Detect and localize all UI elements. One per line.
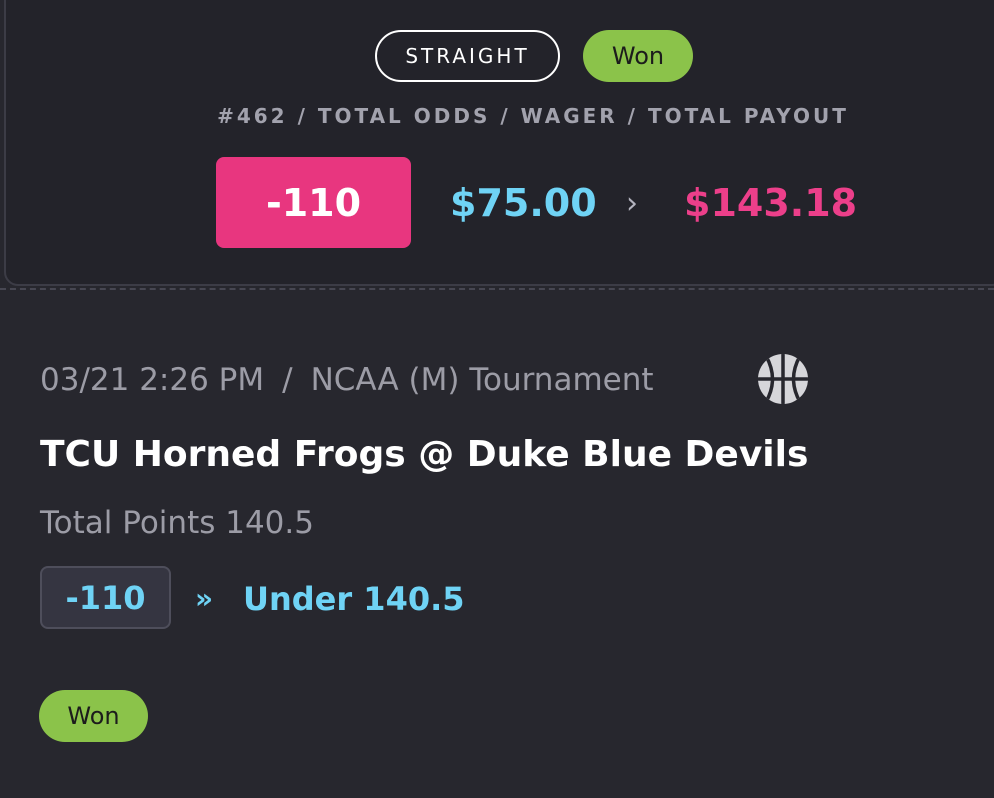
leg-meta: 03/21 2:26 PM / NCAA (M) Tournament xyxy=(40,360,654,400)
basketball-icon xyxy=(758,354,808,404)
leg-datetime: 03/21 2:26 PM xyxy=(40,362,265,398)
market-label: Total Points 140.5 xyxy=(40,505,314,541)
chevron-right-icon: › xyxy=(626,186,638,221)
wager-amount: $75.00 xyxy=(450,181,597,225)
leg-status-badge: Won xyxy=(39,690,148,742)
bet-summary-header: #462 / TOTAL ODDS / WAGER / TOTAL PAYOUT xyxy=(217,104,849,128)
pick-selection: Under 140.5 xyxy=(243,580,465,618)
bet-status-badge: Won xyxy=(583,30,693,82)
bet-type-badge: STRAIGHT xyxy=(375,30,560,82)
matchup-title: TCU Horned Frogs @ Duke Blue Devils xyxy=(40,434,809,475)
dashed-divider xyxy=(0,288,994,290)
leg-league: NCAA (M) Tournament xyxy=(310,362,654,398)
total-odds-value: -110 xyxy=(216,157,411,248)
meta-separator: / xyxy=(282,362,293,398)
total-payout-amount: $143.18 xyxy=(684,181,858,225)
double-chevron-right-icon: » xyxy=(195,582,214,615)
leg-odds-chip: -110 xyxy=(40,566,171,629)
